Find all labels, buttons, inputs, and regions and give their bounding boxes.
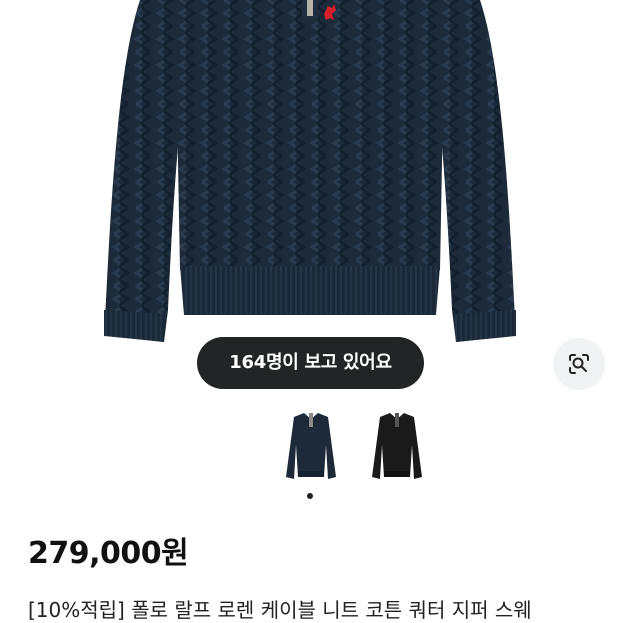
thumbnail-navy[interactable] (276, 405, 346, 485)
color-thumbnails (0, 405, 620, 495)
sweater-navy-thumb (286, 413, 336, 479)
image-search-button[interactable] (553, 338, 605, 390)
product-title: [10%적립] 폴로 랄프 로렌 케이블 니트 코튼 쿼터 지퍼 스웨 (28, 598, 532, 622)
product-hero-image[interactable]: 164명이 보고 있어요 (0, 0, 620, 400)
viewers-count-badge: 164명이 보고 있어요 (197, 337, 424, 389)
thumbnail-black[interactable] (362, 405, 432, 485)
carousel-indicator-dot (307, 493, 313, 499)
sweater-black-thumb (372, 413, 422, 479)
product-price: 279,000원 (28, 536, 189, 571)
image-search-icon (569, 354, 589, 374)
